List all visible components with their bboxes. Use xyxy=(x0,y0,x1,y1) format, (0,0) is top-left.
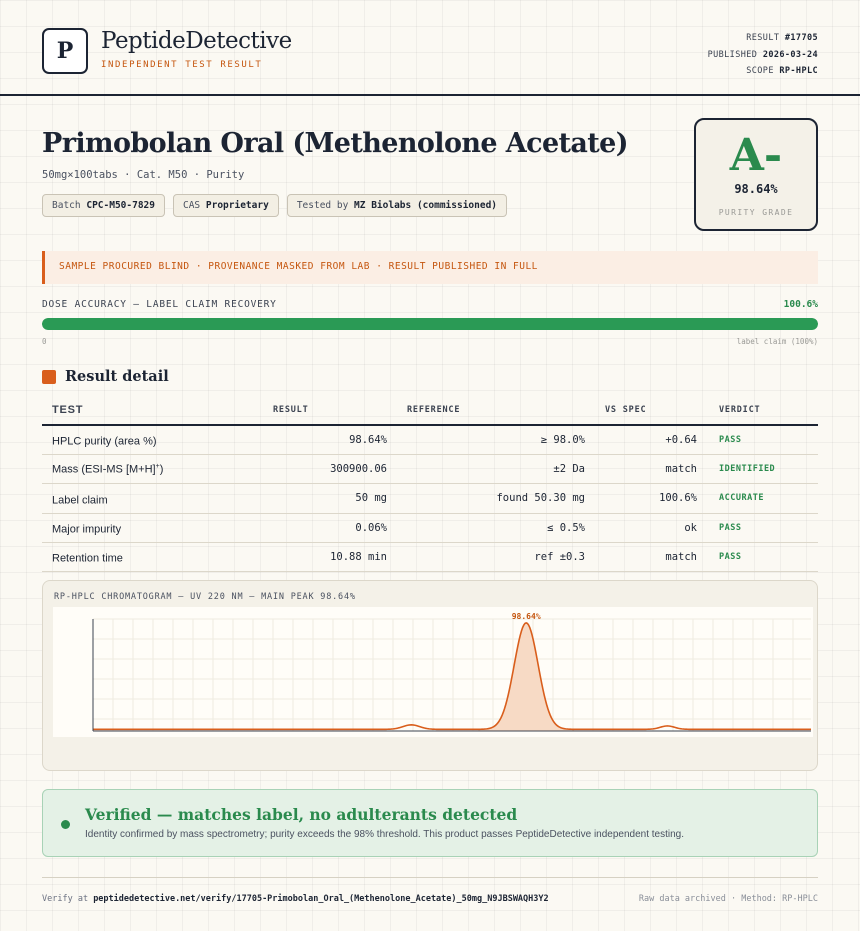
logo-letter: P xyxy=(56,38,74,64)
cell-vs-spec: 100.6% xyxy=(595,483,707,514)
section-title: Result detail xyxy=(65,368,169,385)
cell-verdict: PASS xyxy=(707,542,818,573)
dose-min-label: 0 xyxy=(42,337,47,346)
col-result: RESULT xyxy=(263,396,397,426)
table-row: Mass (ESI-MS [M+H]+) 300900.06 ±2 Da mat… xyxy=(42,454,818,485)
cell-test: Retention time xyxy=(42,542,263,573)
col-reference: REFERENCE xyxy=(397,396,595,426)
verified-title: Verified — matches label, no adulterants… xyxy=(85,805,518,824)
product-title: Primobolan Oral (Methenolone Acetate) xyxy=(42,128,629,159)
grade-value: 98.64% xyxy=(734,182,778,196)
result-detail-heading: Result detail xyxy=(42,368,169,385)
report-footer: Verify at peptidedetective.net/verify/17… xyxy=(42,877,818,904)
result-table: TEST RESULT REFERENCE VS SPEC VERDICT HP… xyxy=(42,396,818,573)
cell-test: Mass (ESI-MS [M+H]+) xyxy=(42,454,263,485)
chromatogram-chart: 0510152030min 98.64% xyxy=(53,607,813,737)
verified-dot-icon xyxy=(61,820,70,829)
dose-accuracy-label: DOSE ACCURACY — LABEL CLAIM RECOVERY xyxy=(42,299,277,310)
cell-result: 98.64% xyxy=(263,425,397,455)
cell-reference: found 50.30 mg xyxy=(397,483,595,514)
col-verdict: VERDICT xyxy=(707,396,818,426)
chip-tested-by: Tested by MZ Biolabs (commissioned) xyxy=(286,194,508,217)
verified-panel: Verified — matches label, no adulterants… xyxy=(42,789,818,857)
table-row: Label claim 50 mg found 50.30 mg 100.6% … xyxy=(42,483,818,514)
verified-description: Identity confirmed by mass spectrometry;… xyxy=(85,829,685,840)
main-peak-label: 98.64% xyxy=(512,612,541,621)
dose-progress-fill xyxy=(42,318,818,330)
brand-name: PeptideDetective xyxy=(101,28,292,54)
cell-test: HPLC purity (area %) xyxy=(42,425,263,455)
verify-link[interactable]: peptidedetective.net/verify/17705-Primob… xyxy=(93,894,548,904)
table-row: Retention time 10.88 min ref ±0.3 match … xyxy=(42,542,818,573)
meta-result: RESULT #17705 xyxy=(746,33,818,43)
grade-label: PURITY GRADE xyxy=(718,208,794,217)
footer-method: Raw data archived · Method: RP-HPLC xyxy=(638,894,818,904)
chromatogram-panel: RP-HPLC CHROMATOGRAM — UV 220 NM — MAIN … xyxy=(42,580,818,771)
meta-scope: SCOPE RP-HPLC xyxy=(746,66,818,76)
cell-vs-spec: match xyxy=(595,542,707,573)
cell-reference: ref ±0.3 xyxy=(397,542,595,573)
cell-test: Label claim xyxy=(42,483,263,514)
dose-claim-label: label claim (100%) xyxy=(736,337,818,346)
cell-vs-spec: ok xyxy=(595,513,707,544)
cell-vs-spec: +0.64 xyxy=(595,425,707,455)
chip-cas: CAS Proprietary xyxy=(172,194,279,217)
cell-result: 50 mg xyxy=(263,483,397,514)
table-row: HPLC purity (area %) 98.64% ≥ 98.0% +0.6… xyxy=(42,425,818,455)
report-header: P PeptideDetective INDEPENDENT TEST RESU… xyxy=(0,0,860,96)
result-meta: RESULT #17705 PUBLISHED 2026-03-24 SCOPE… xyxy=(708,30,818,80)
dose-accuracy-value: 100.6% xyxy=(783,299,818,310)
blind-procurement-banner: SAMPLE PROCURED BLIND · PROVENANCE MASKE… xyxy=(42,251,818,284)
cell-test: Major impurity xyxy=(42,513,263,544)
brand-tagline: INDEPENDENT TEST RESULT xyxy=(101,60,263,70)
cell-result: 0.06% xyxy=(263,513,397,544)
product-chips: Batch CPC-M50-7829 CAS Proprietary Teste… xyxy=(42,194,508,217)
col-vs-spec: VS SPEC xyxy=(595,396,707,426)
purity-grade-card: A- 98.64% PURITY GRADE xyxy=(694,118,818,231)
grade-letter: A- xyxy=(729,130,783,181)
table-header-row: TEST RESULT REFERENCE VS SPEC VERDICT xyxy=(42,396,818,426)
cell-verdict: IDENTIFIED xyxy=(707,454,818,485)
meta-published: PUBLISHED 2026-03-24 xyxy=(707,49,818,60)
verify-line: Verify at peptidedetective.net/verify/17… xyxy=(42,894,549,904)
cell-vs-spec: match xyxy=(595,454,707,485)
brand-logo: P xyxy=(42,28,88,74)
col-test: TEST xyxy=(42,396,263,426)
cell-result: 300900.06 xyxy=(263,454,397,485)
dose-progress-track xyxy=(42,318,818,330)
cell-verdict: ACCURATE xyxy=(707,483,818,514)
section-marker-icon xyxy=(42,369,56,384)
product-subtitle: 50mg×100tabs · Cat. M50 · Purity xyxy=(42,169,245,181)
cell-reference: ≤ 0.5% xyxy=(397,513,595,544)
table-row: Major impurity 0.06% ≤ 0.5% ok PASS xyxy=(42,513,818,544)
cell-reference: ≥ 98.0% xyxy=(397,425,595,455)
cell-verdict: PASS xyxy=(707,425,818,455)
chip-batch: Batch CPC-M50-7829 xyxy=(42,194,165,217)
cell-result: 10.88 min xyxy=(263,542,397,573)
cell-verdict: PASS xyxy=(707,513,818,544)
chromatogram-title: RP-HPLC CHROMATOGRAM — UV 220 NM — MAIN … xyxy=(54,592,356,602)
cell-reference: ±2 Da xyxy=(397,454,595,485)
